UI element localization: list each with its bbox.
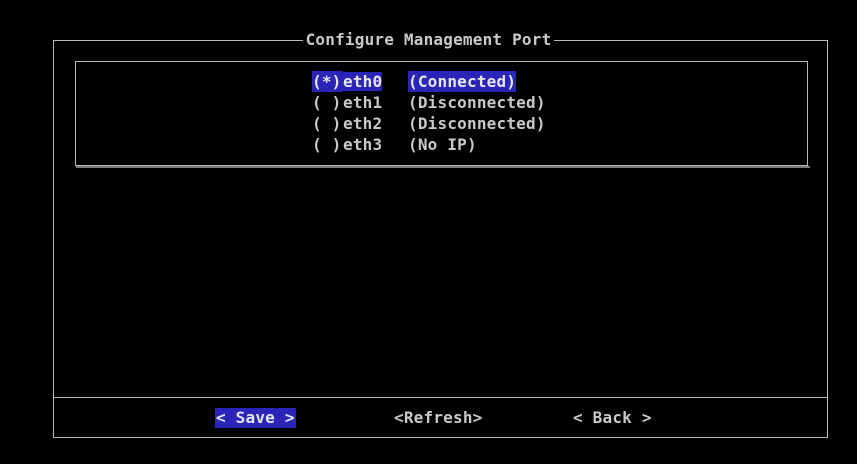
port-name: eth3 [343, 135, 383, 154]
port-name: eth2 [343, 114, 383, 133]
refresh-button[interactable]: <Refresh> [394, 408, 483, 428]
dialog-title: Configure Management Port [302, 30, 555, 50]
port-status: (Connected) [408, 71, 517, 92]
radio-button[interactable]: (*) [312, 71, 343, 92]
button-separator [54, 397, 827, 398]
port-option-eth1[interactable]: ( ) eth1 (Disconnected) [312, 92, 546, 113]
port-option-eth3[interactable]: ( ) eth3 (No IP) [312, 134, 546, 155]
port-status: (No IP) [408, 135, 477, 154]
port-list: (*) eth0 (Connected) ( ) eth1 (Disconnec… [312, 71, 546, 155]
port-name: eth0 [343, 72, 383, 91]
save-button[interactable]: < Save > [215, 408, 296, 428]
terminal-screen: Configure Management Port (*) eth0 (Conn… [0, 0, 857, 464]
port-option-eth2[interactable]: ( ) eth2 (Disconnected) [312, 113, 546, 134]
radio-button[interactable]: ( ) [312, 92, 343, 113]
port-status: (Disconnected) [408, 93, 546, 112]
port-status: (Disconnected) [408, 114, 546, 133]
port-name: eth1 [343, 93, 383, 112]
radio-button[interactable]: ( ) [312, 134, 343, 155]
radio-button[interactable]: ( ) [312, 113, 343, 134]
back-button[interactable]: < Back > [573, 408, 652, 428]
port-option-eth0[interactable]: (*) eth0 (Connected) [312, 71, 546, 92]
